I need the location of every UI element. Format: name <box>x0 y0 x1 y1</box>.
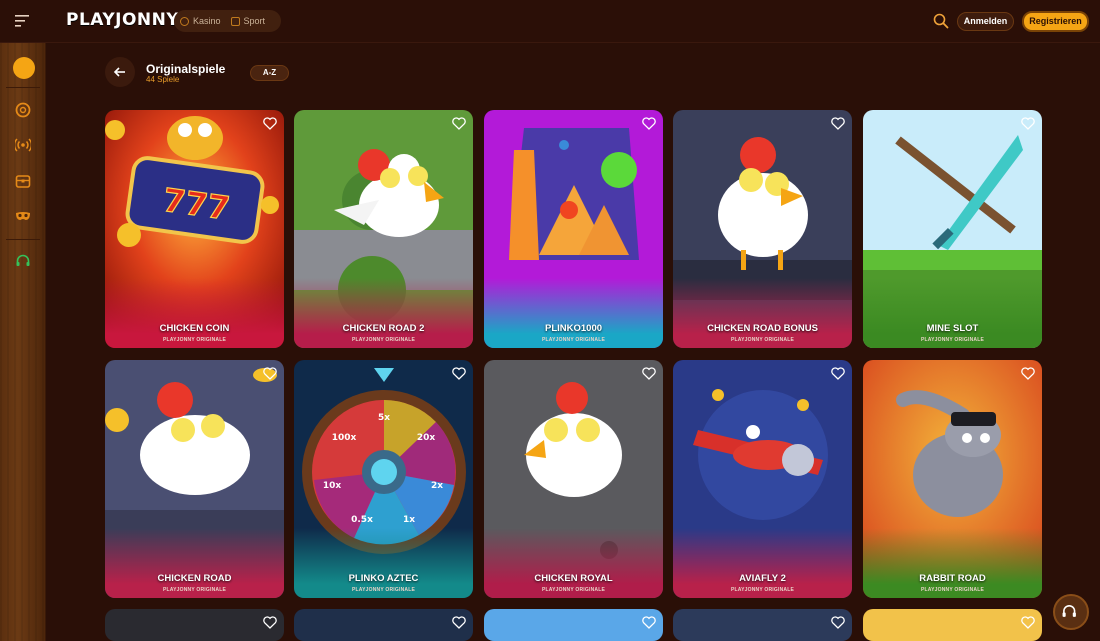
wheel-label: 100x <box>332 433 357 443</box>
search-icon[interactable] <box>933 13 949 29</box>
heart-icon[interactable] <box>1021 367 1035 380</box>
game-card[interactable]: AVIAFLY 2 PLAYJONNY ORIGINALE <box>673 360 852 598</box>
heart-icon[interactable] <box>452 616 466 629</box>
treasure-chest-icon[interactable] <box>15 173 31 189</box>
heart-icon[interactable] <box>263 367 277 380</box>
wheel-label: 5x <box>378 413 390 423</box>
game-card[interactable] <box>484 609 663 641</box>
wheel-label: 20x <box>417 433 436 443</box>
game-card[interactable]: CHICKEN ROYAL PLAYJONNY ORIGINALE <box>484 360 663 598</box>
heart-icon[interactable] <box>452 117 466 130</box>
heart-icon[interactable] <box>642 616 656 629</box>
wheel-label: 0.5x <box>351 515 373 525</box>
game-title: CHICKEN ROYAL <box>534 573 613 584</box>
heart-icon[interactable] <box>1021 616 1035 629</box>
game-title: CHICKEN ROAD BONUS <box>707 323 818 334</box>
mask-icon[interactable] <box>15 208 31 224</box>
game-title: PLINKO1000 <box>544 323 603 334</box>
game-subtitle: PLAYJONNY ORIGINALE <box>921 587 984 593</box>
sidebar-divider <box>6 87 40 88</box>
heart-icon[interactable] <box>263 616 277 629</box>
game-card[interactable] <box>294 609 473 641</box>
main-nav: Kasino Sport <box>174 10 281 32</box>
game-subtitle: PLAYJONNY ORIGINALE <box>921 337 984 343</box>
game-card[interactable]: CHICKEN ROAD 2 PLAYJONNY ORIGINALE <box>294 110 473 348</box>
heart-icon[interactable] <box>1021 117 1035 130</box>
game-title: PLINKO AZTEC <box>348 573 419 584</box>
game-card[interactable] <box>863 609 1042 641</box>
game-card[interactable]: 5x 20x 2x 1x 0.5x 10x 100x PLINKO AZTEC … <box>294 360 473 598</box>
game-subtitle: PLAYJONNY ORIGINALE <box>163 337 226 343</box>
page-title: Originalspiele <box>146 62 226 76</box>
headset-icon <box>1062 605 1076 617</box>
game-title: MINE SLOT <box>926 323 979 334</box>
sport-icon <box>230 16 240 26</box>
game-subtitle: PLAYJONNY ORIGINALE <box>731 587 794 593</box>
live-broadcast-icon[interactable] <box>15 137 31 153</box>
game-card[interactable]: CHICKEN ROAD BONUS PLAYJONNY ORIGINALE <box>673 110 852 348</box>
register-button[interactable]: Registrieren <box>1022 11 1089 32</box>
game-count: 44 Spiele <box>146 75 180 84</box>
top-bar: PLAYJONNY Kasino Sport Anmelden Registri… <box>0 0 1100 43</box>
menu-icon[interactable] <box>15 14 31 28</box>
game-subtitle: PLAYJONNY ORIGINALE <box>352 587 415 593</box>
game-subtitle: PLAYJONNY ORIGINALE <box>731 337 794 343</box>
game-subtitle: PLAYJONNY ORIGINALE <box>163 587 226 593</box>
game-card[interactable]: CHICKEN ROAD PLAYJONNY ORIGINALE <box>105 360 284 598</box>
sort-button[interactable]: A-Z <box>250 65 289 81</box>
support-headset-icon[interactable] <box>15 253 31 269</box>
heart-icon[interactable] <box>831 367 845 380</box>
sidebar <box>0 43 46 641</box>
game-art <box>105 609 284 641</box>
game-card[interactable] <box>105 609 284 641</box>
game-card[interactable]: 777 CHICKEN COIN PLAYJONNY ORIGINALE <box>105 110 284 348</box>
casino-chip-icon <box>180 16 189 26</box>
heart-icon[interactable] <box>642 117 656 130</box>
game-card[interactable] <box>673 609 852 641</box>
support-chat-button[interactable] <box>1053 594 1089 630</box>
nav-item-kasino[interactable]: Kasino <box>180 16 221 26</box>
site-logo[interactable]: PLAYJONNY <box>66 10 179 30</box>
heart-icon[interactable] <box>452 367 466 380</box>
game-art <box>294 609 473 641</box>
game-art <box>673 609 852 641</box>
game-title: AVIAFLY 2 <box>739 573 786 584</box>
game-subtitle: PLAYJONNY ORIGINALE <box>542 587 605 593</box>
game-card[interactable]: PLINKO1000 PLAYJONNY ORIGINALE <box>484 110 663 348</box>
wheel-label: 1x <box>403 515 415 525</box>
originals-logo-icon[interactable] <box>13 57 35 79</box>
game-art <box>863 609 1042 641</box>
back-button[interactable] <box>105 57 135 87</box>
login-button[interactable]: Anmelden <box>957 12 1014 31</box>
game-card[interactable]: RABBIT ROAD PLAYJONNY ORIGINALE <box>863 360 1042 598</box>
wheel-label: 2x <box>431 481 443 491</box>
game-subtitle: PLAYJONNY ORIGINALE <box>542 337 605 343</box>
game-title: CHICKEN ROAD <box>157 573 232 584</box>
game-card[interactable]: MINE SLOT PLAYJONNY ORIGINALE <box>863 110 1042 348</box>
game-title: RABBIT ROAD <box>919 573 986 584</box>
nav-item-sport[interactable]: Sport <box>230 16 266 26</box>
heart-icon[interactable] <box>263 117 277 130</box>
game-art <box>484 609 663 641</box>
game-subtitle: PLAYJONNY ORIGINALE <box>352 337 415 343</box>
nav-item-label: Kasino <box>193 16 221 26</box>
heart-icon[interactable] <box>831 616 845 629</box>
sidebar-divider <box>6 239 40 240</box>
game-title: CHICKEN ROAD 2 <box>342 323 425 334</box>
game-title: CHICKEN COIN <box>159 323 230 334</box>
casino-chip-icon[interactable] <box>15 102 31 118</box>
heart-icon[interactable] <box>831 117 845 130</box>
arrow-left-icon <box>113 67 125 77</box>
nav-item-label: Sport <box>243 16 266 26</box>
heart-icon[interactable] <box>642 367 656 380</box>
wheel-label: 10x <box>323 481 342 491</box>
wood-texture <box>0 43 45 641</box>
